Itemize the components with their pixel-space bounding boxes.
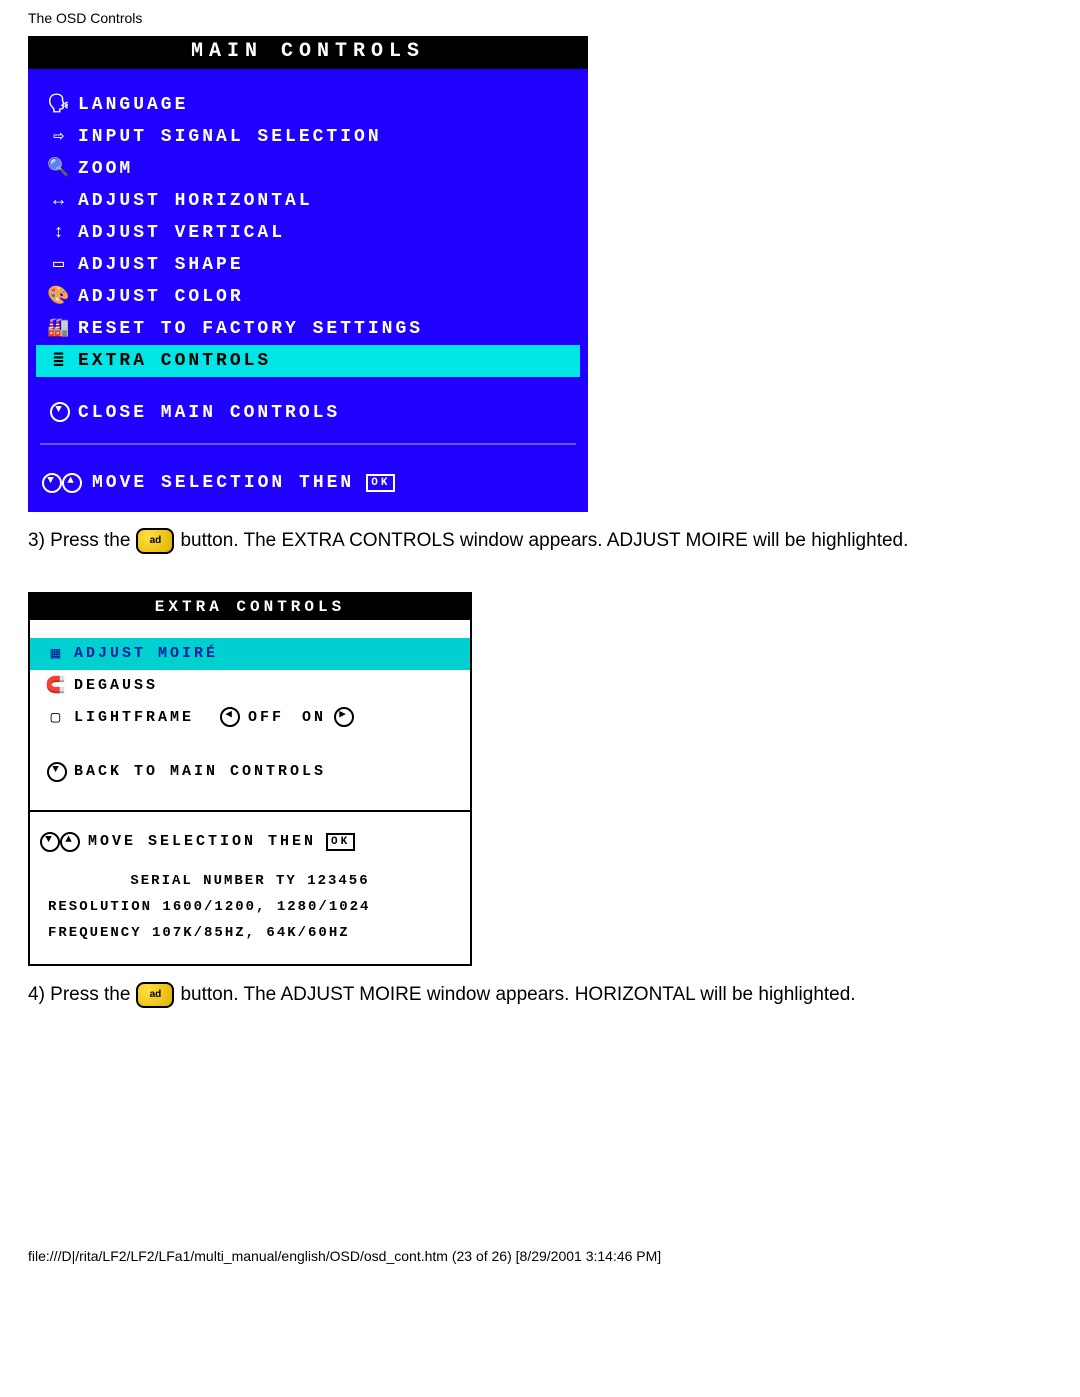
- extra-item-label: DEGAUSS: [74, 674, 158, 698]
- menu-item-icon: 🎨: [42, 283, 78, 311]
- instruction-3: 3) Press the ad button. The EXTRA CONTRO…: [28, 528, 1052, 554]
- main-controls-osd: MAIN CONTROLS 🗣LANGUAGE⇨INPUT SIGNAL SEL…: [28, 36, 588, 512]
- main-controls-title: MAIN CONTROLS: [28, 36, 588, 69]
- menu-item-icon: 🔍: [42, 155, 78, 183]
- close-label: CLOSE MAIN CONTROLS: [78, 399, 340, 427]
- instr3-part-b: button. The EXTRA CONTROLS window appear…: [180, 530, 908, 552]
- menu-item-icon: ↔: [42, 187, 78, 215]
- menu-item-zoom[interactable]: 🔍ZOOM: [36, 153, 580, 185]
- extra-item-icon: 🧲: [40, 674, 74, 698]
- menu-item-label: ADJUST HORIZONTAL: [78, 187, 313, 215]
- back-to-main[interactable]: ▼ BACK TO MAIN CONTROLS: [30, 756, 470, 788]
- ok-button-icon: ad: [136, 982, 174, 1008]
- lightframe-on: ON: [302, 706, 326, 730]
- osd1-footer: ▼▲ MOVE SELECTION THEN OK: [36, 463, 580, 504]
- close-icon: ▼: [42, 399, 78, 427]
- osd1-footer-text: MOVE SELECTION THEN: [92, 473, 354, 493]
- left-arrow-icon: ◀: [220, 707, 240, 727]
- resolution: RESOLUTION 1600/1200, 1280/1024: [48, 894, 452, 920]
- menu-item-reset-to-factory-settings[interactable]: 🏭RESET TO FACTORY SETTINGS: [36, 313, 580, 345]
- menu-item-label: EXTRA CONTROLS: [78, 347, 271, 375]
- extra-item-icon: ▦: [40, 642, 74, 666]
- menu-item-label: ADJUST VERTICAL: [78, 219, 285, 247]
- ok-icon: OK: [366, 474, 395, 492]
- updown-icon: ▼▲: [40, 832, 80, 852]
- menu-item-language[interactable]: 🗣LANGUAGE: [36, 89, 580, 121]
- frequency: FREQUENCY 107K/85HZ, 64K/60HZ: [48, 920, 452, 946]
- osd2-info: SERIAL NUMBER TY 123456 RESOLUTION 1600/…: [30, 856, 470, 964]
- menu-item-input-signal-selection[interactable]: ⇨INPUT SIGNAL SELECTION: [36, 121, 580, 153]
- instruction-4: 4) Press the ad button. The ADJUST MOIRE…: [28, 982, 1052, 1008]
- instr4-part-b: button. The ADJUST MOIRE window appears.…: [180, 984, 855, 1006]
- menu-item-label: ZOOM: [78, 155, 133, 183]
- back-label: BACK TO MAIN CONTROLS: [74, 760, 326, 784]
- menu-item-icon: 🗣: [42, 91, 78, 119]
- menu-item-extra-controls[interactable]: ≣EXTRA CONTROLS: [36, 345, 580, 377]
- menu-item-label: LANGUAGE: [78, 91, 188, 119]
- menu-item-icon: ⇨: [42, 123, 78, 151]
- lightframe-row[interactable]: ▢ LIGHTFRAME ◀ OFF ON ▶: [30, 702, 470, 734]
- ok-button-icon: ad: [136, 528, 174, 554]
- osd2-footer: ▼▲ MOVE SELECTION THEN OK: [30, 824, 470, 856]
- updown-icon: ▼▲: [42, 473, 82, 494]
- lightframe-icon: ▢: [40, 706, 74, 730]
- menu-item-label: RESET TO FACTORY SETTINGS: [78, 315, 423, 343]
- ok-icon: OK: [326, 833, 355, 851]
- serial-number: SERIAL NUMBER TY 123456: [48, 868, 452, 894]
- lightframe-label: LIGHTFRAME: [74, 706, 194, 730]
- page-header: The OSD Controls: [28, 10, 1052, 26]
- extra-item-label: ADJUST MOIRÉ: [74, 642, 218, 666]
- osd2-footer-text: MOVE SELECTION THEN: [88, 833, 316, 850]
- close-main-controls[interactable]: ▼ CLOSE MAIN CONTROLS: [36, 397, 580, 429]
- back-icon: ▼: [40, 760, 74, 784]
- menu-item-adjust-vertical[interactable]: ↕ADJUST VERTICAL: [36, 217, 580, 249]
- instr4-part-a: 4) Press the: [28, 984, 130, 1006]
- menu-item-icon: 🏭: [42, 315, 78, 343]
- menu-item-label: ADJUST COLOR: [78, 283, 244, 311]
- page-footer: file:///D|/rita/LF2/LF2/LFa1/multi_manua…: [28, 1248, 1052, 1264]
- menu-item-adjust-horizontal[interactable]: ↔ADJUST HORIZONTAL: [36, 185, 580, 217]
- extra-controls-title: EXTRA CONTROLS: [30, 594, 470, 620]
- right-arrow-icon: ▶: [334, 707, 354, 727]
- menu-item-label: ADJUST SHAPE: [78, 251, 244, 279]
- menu-item-icon: ≣: [42, 347, 78, 375]
- extra-controls-osd: EXTRA CONTROLS ▦ADJUST MOIRÉ🧲DEGAUSS ▢ L…: [28, 592, 472, 966]
- menu-item-icon: ↕: [42, 219, 78, 247]
- menu-item-label: INPUT SIGNAL SELECTION: [78, 123, 382, 151]
- instr3-part-a: 3) Press the: [28, 530, 130, 552]
- extra-item-degauss[interactable]: 🧲DEGAUSS: [30, 670, 470, 702]
- menu-item-icon: ▭: [42, 251, 78, 279]
- extra-item-adjust-moiré[interactable]: ▦ADJUST MOIRÉ: [30, 638, 470, 670]
- lightframe-off: OFF: [248, 706, 284, 730]
- menu-item-adjust-shape[interactable]: ▭ADJUST SHAPE: [36, 249, 580, 281]
- menu-item-adjust-color[interactable]: 🎨ADJUST COLOR: [36, 281, 580, 313]
